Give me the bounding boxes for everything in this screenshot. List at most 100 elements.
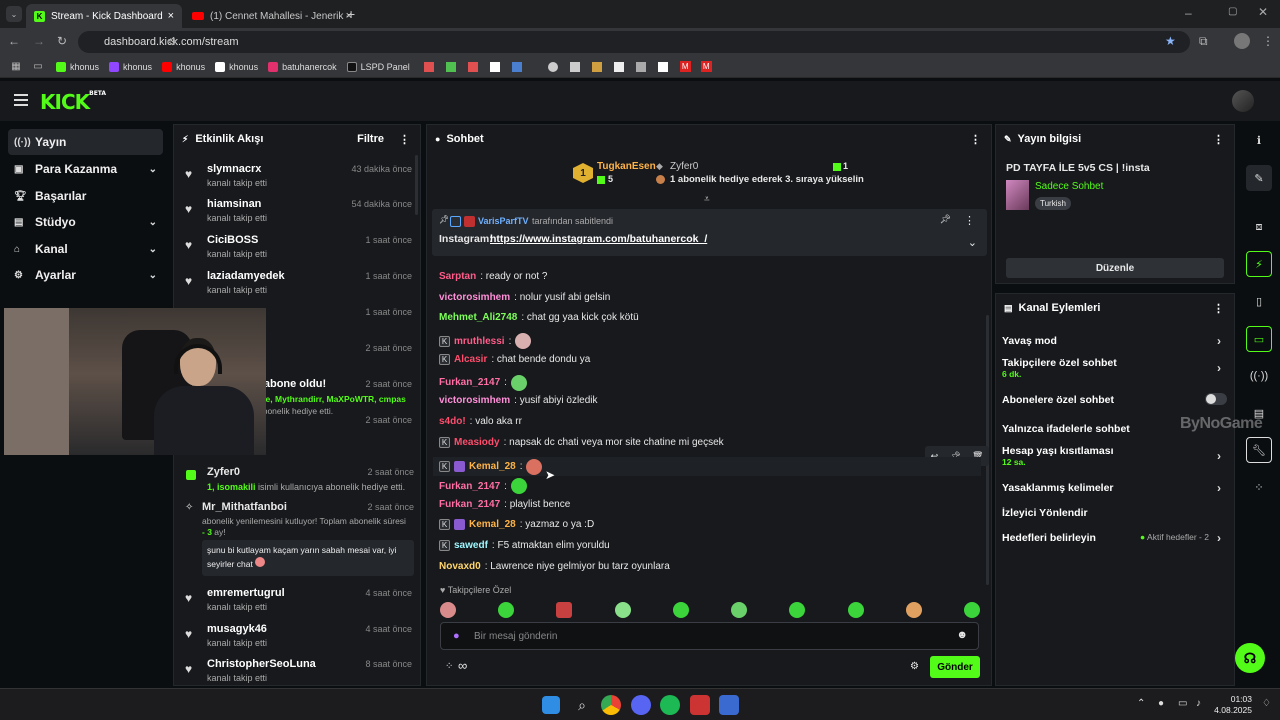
chat-message[interactable]: Kmruthlessi:	[439, 333, 532, 350]
bookmark-favicon-icon[interactable]	[547, 61, 558, 72]
chat-username[interactable]: Furkan_2147	[439, 377, 500, 388]
chat-username[interactable]: mruthlessi	[454, 336, 505, 347]
emote-icon[interactable]	[847, 602, 864, 618]
chevron-down-icon[interactable]: ⌄	[968, 236, 977, 249]
pin-button-icon[interactable]: 📌︎	[940, 214, 951, 225]
restore-icon[interactable]: ▢	[1228, 6, 1237, 17]
chat-message[interactable]: Ksawedf: F5 atmaktan elim yoruldu	[439, 540, 610, 552]
chat-username[interactable]: Novaxd0	[439, 561, 481, 572]
chat-username[interactable]: Kemal_28	[469, 461, 516, 472]
emote-icon[interactable]	[672, 602, 689, 618]
chat-username[interactable]: Alcasir	[454, 354, 487, 365]
apps-icon[interactable]: ▦	[8, 61, 24, 72]
bookmark-favicon-icon[interactable]	[569, 61, 580, 72]
volume-icon[interactable]: ♪	[1196, 698, 1201, 709]
scrollbar[interactable]	[415, 155, 418, 215]
info-icon[interactable]: ℹ	[1246, 127, 1272, 153]
emote-icon[interactable]	[556, 602, 573, 618]
emote-icon[interactable]	[789, 602, 806, 618]
bolt-icon[interactable]: ⚡︎	[1246, 251, 1272, 277]
chat-bubble-icon[interactable]: ▭	[1246, 326, 1272, 352]
notification-bell-icon[interactable]: ♢	[1262, 698, 1271, 709]
hamburger-menu-icon[interactable]	[14, 94, 28, 109]
chat-username[interactable]: sawedf	[454, 540, 488, 551]
channel-action-row[interactable]: Yasaklanmış kelimeler ›	[995, 475, 1231, 501]
bookmark-item[interactable]: khonus	[211, 58, 262, 76]
language-tag[interactable]: Turkish	[1035, 197, 1071, 210]
search-icon[interactable]: ⌕	[572, 695, 592, 715]
chat-username[interactable]: Measiody	[454, 437, 500, 448]
chat-username[interactable]: Furkan_2147	[439, 499, 500, 510]
site-info-icon[interactable]: ⚙	[168, 37, 177, 48]
wrench-icon[interactable]: 🔧︎	[1246, 437, 1272, 463]
send-button[interactable]: Gönder	[930, 656, 980, 678]
sidebar-item-yayin[interactable]: ((·)) Yayın	[8, 129, 163, 155]
emote-icon[interactable]	[614, 602, 631, 618]
support-button[interactable]: ☊	[1235, 643, 1265, 673]
tray-chevron-icon[interactable]: ⌃	[1137, 698, 1145, 709]
category-link[interactable]: Sadece Sohbet	[1035, 181, 1103, 192]
app-icon[interactable]	[719, 695, 739, 715]
bookmark-favicon-icon[interactable]	[635, 61, 646, 72]
chat-username[interactable]: victorosimhem	[439, 292, 510, 303]
bookmark-favicon-icon[interactable]	[591, 61, 602, 72]
kebab-icon[interactable]: ⋮	[1213, 133, 1224, 146]
channel-action-row[interactable]: Hesap yaşı kısıtlaması 12 sa. ›	[995, 443, 1231, 469]
reload-icon[interactable]: ↻	[57, 34, 67, 48]
bookmark-item[interactable]: khonus	[52, 58, 103, 76]
chat-message[interactable]: Furkan_2147: playlist bence	[439, 499, 570, 510]
bookmark-star-icon[interactable]: ★	[1165, 34, 1176, 48]
address-bar[interactable]: ⚙ dashboard.kick.com/stream	[78, 31, 1190, 53]
folder-icon[interactable]: ▭	[26, 61, 50, 72]
bookmark-item[interactable]: khonus	[158, 58, 209, 76]
back-icon[interactable]: ←	[8, 34, 20, 48]
chat-message[interactable]: K Kemal_28:	[433, 457, 981, 477]
bookmark-favicon-icon[interactable]: M	[700, 61, 712, 72]
chat-message[interactable]: victorosimhem: nolur yusif abi gelsin	[439, 292, 610, 303]
menu-icon[interactable]: ⋮	[1262, 34, 1274, 48]
sidebar-item-basarilar[interactable]: 🏆︎ Başarılar	[8, 183, 163, 209]
tab-close-icon[interactable]: ×	[168, 10, 174, 22]
windows-start-icon[interactable]	[542, 696, 560, 714]
channel-action-row[interactable]: İzleyici Yönlendir	[995, 500, 1231, 526]
channel-action-row[interactable]: Yavaş mod ›	[995, 328, 1231, 354]
sidebar-item-para-kazanma[interactable]: ▣ Para Kazanma ⌄	[8, 156, 163, 182]
chat-message[interactable]: victorosimhem: yusif abiyi özledik	[439, 395, 598, 406]
bookmark-favicon-icon[interactable]: M	[679, 61, 691, 72]
chat-username[interactable]: Kemal_28	[469, 519, 516, 530]
broadcast-icon[interactable]: ((·))	[1246, 363, 1272, 389]
tab-search-icon[interactable]: ⌄	[6, 6, 22, 22]
clock[interactable]: 01:03 4.08.2025	[1212, 694, 1252, 716]
chat-username[interactable]: Sarptan	[439, 271, 476, 282]
points-icon[interactable]: ⁘	[445, 661, 453, 672]
chat-message[interactable]: s4do!: valo aka rr	[439, 416, 522, 427]
app-icon[interactable]	[690, 695, 710, 715]
chat-message[interactable]: K Alcasir: chat bende dondu ya	[439, 353, 590, 365]
subscribers-only-toggle[interactable]	[1205, 393, 1227, 405]
filter-button[interactable]: Filtre	[357, 133, 384, 145]
chrome-icon[interactable]	[601, 695, 621, 715]
tab-kick-dashboard[interactable]: K Stream - Kick Dashboard ×	[26, 4, 182, 28]
channel-action-row[interactable]: Takipçilere özel sohbet 6 dk. ›	[995, 355, 1231, 381]
forward-icon[interactable]: →	[33, 34, 45, 48]
close-window-icon[interactable]: ✕	[1258, 5, 1268, 19]
bookmark-item[interactable]: LSPD Panel	[343, 58, 414, 76]
pencil-icon[interactable]: ✎	[1246, 165, 1272, 191]
chat-message[interactable]: K Kemal_28: yazmaz o ya :D	[439, 519, 594, 531]
bookmark-item[interactable]: batuhanercok	[264, 58, 341, 76]
channel-action-row[interactable]: Abonelere özel sohbet	[995, 387, 1231, 413]
instagram-link[interactable]: https://www.instagram.com/batuhanercok_/	[490, 233, 707, 245]
emote-icon[interactable]	[905, 602, 922, 618]
chat-username[interactable]: Mehmet_Ali2748	[439, 312, 517, 323]
document-icon[interactable]: ▯	[1246, 288, 1272, 314]
chat-message[interactable]: Furkan_2147:	[439, 374, 527, 391]
chat-username[interactable]: victorosimhem	[439, 395, 510, 406]
emote-icon[interactable]	[440, 602, 456, 618]
chat-username[interactable]: Furkan_2147	[439, 481, 500, 492]
bookmark-favicon-icon[interactable]	[467, 61, 478, 72]
panels-icon[interactable]: ▤	[1246, 400, 1272, 426]
kebab-icon[interactable]: ⋮	[1213, 302, 1224, 315]
emoji-picker-icon[interactable]: ☻	[956, 629, 968, 641]
points-icon[interactable]: ⁘	[1246, 474, 1272, 500]
collapse-icon[interactable]: ⩡	[704, 194, 710, 205]
